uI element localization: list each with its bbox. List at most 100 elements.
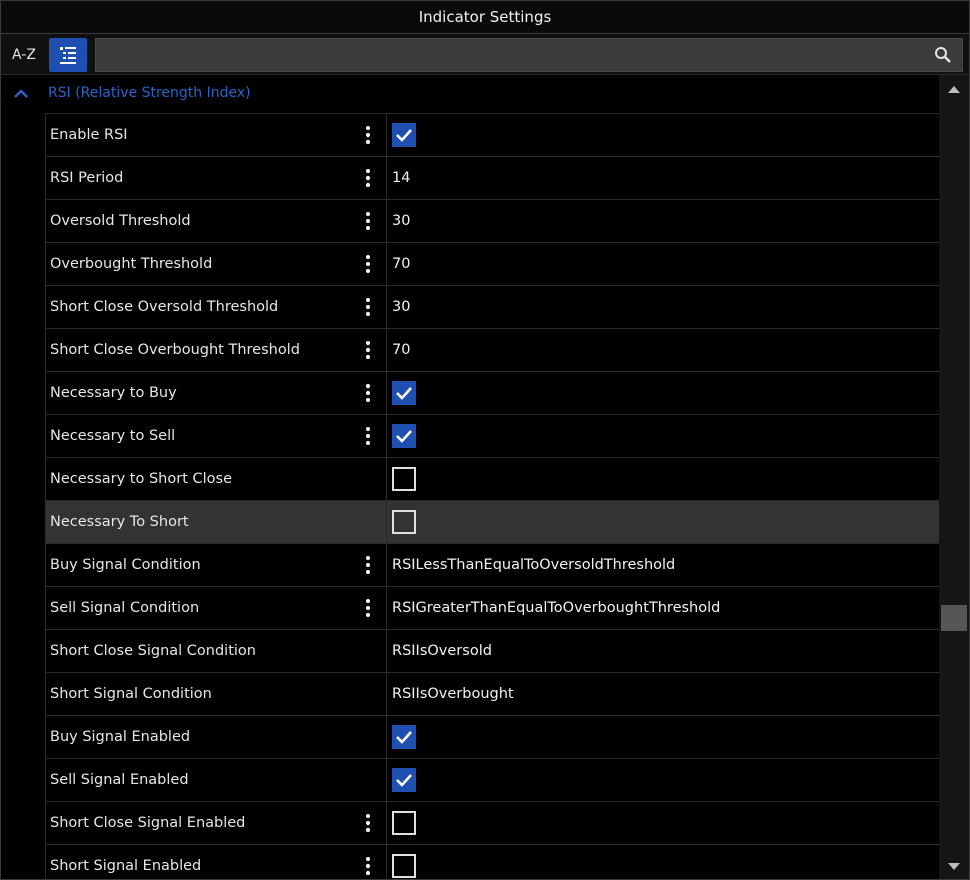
property-value[interactable]: RSIGreaterThanEqualToOverboughtThreshold — [392, 587, 720, 629]
property-name: Necessary to Sell — [50, 428, 176, 444]
property-row[interactable]: Short Signal Enabled — [45, 845, 939, 879]
property-name: Oversold Threshold — [50, 213, 191, 229]
property-row[interactable]: Buy Signal Condition RSILessThanEqualToOv… — [45, 544, 939, 587]
property-value[interactable]: 30 — [392, 286, 410, 328]
column-divider — [386, 845, 387, 879]
property-value[interactable]: 70 — [392, 243, 410, 285]
property-name: Sell Signal Enabled — [50, 772, 189, 788]
property-name: Buy Signal Enabled — [50, 729, 191, 745]
property-row[interactable]: Buy Signal Enabled — [45, 716, 939, 759]
property-checkbox[interactable] — [392, 510, 416, 534]
property-checkbox[interactable] — [392, 123, 416, 147]
property-value[interactable]: 14 — [392, 157, 410, 199]
chevron-up-icon[interactable] — [13, 86, 29, 100]
property-name: Short Close Signal Condition — [50, 643, 256, 659]
property-name: Short Signal Enabled — [50, 858, 202, 874]
column-divider — [386, 200, 387, 242]
property-value[interactable]: RSIIsOversold — [392, 630, 492, 672]
kebab-menu-icon[interactable] — [365, 427, 371, 445]
column-divider — [386, 716, 387, 758]
scroll-up-arrow-icon[interactable] — [948, 85, 960, 93]
property-row[interactable]: Short Close Oversold Threshold 30 — [45, 286, 939, 329]
property-row[interactable]: Oversold Threshold 30 — [45, 200, 939, 243]
column-divider — [386, 544, 387, 586]
property-name: Buy Signal Condition — [50, 557, 201, 573]
column-divider — [386, 114, 387, 156]
scroll-down-arrow-icon[interactable] — [948, 863, 960, 871]
window-title: Indicator Settings — [1, 1, 969, 34]
kebab-menu-icon[interactable] — [365, 341, 371, 359]
property-value[interactable]: 70 — [392, 329, 410, 371]
kebab-menu-icon[interactable] — [365, 212, 371, 230]
property-row[interactable]: Short Signal Condition RSIIsOverbought — [45, 673, 939, 716]
property-row[interactable]: Sell Signal Condition RSIGreaterThanEqual… — [45, 587, 939, 630]
kebab-menu-icon[interactable] — [365, 126, 371, 144]
property-row[interactable]: Short Close Overbought Threshold 70 — [45, 329, 939, 372]
column-divider — [386, 458, 387, 500]
kebab-menu-icon[interactable] — [365, 556, 371, 574]
property-name: Necessary To Short — [50, 514, 189, 530]
property-row[interactable]: Short Close Signal Condition RSIIsOversol… — [45, 630, 939, 673]
property-row[interactable]: Enable RSI — [45, 113, 939, 157]
property-rows: Enable RSI RSI Period 14 Oversold Threshold… — [45, 113, 939, 879]
property-checkbox[interactable] — [392, 467, 416, 491]
property-name: RSI Period — [50, 170, 124, 186]
search-input[interactable] — [95, 38, 963, 72]
property-grid: RSI (Relative Strength Index) Enable RSI… — [1, 75, 939, 879]
column-divider — [386, 286, 387, 328]
vertical-scrollbar[interactable] — [939, 75, 969, 879]
column-divider — [386, 329, 387, 371]
checkmark-icon — [396, 129, 412, 142]
property-checkbox[interactable] — [392, 725, 416, 749]
toolbar: A-Z — [1, 34, 969, 75]
group-header-rsi[interactable]: RSI (Relative Strength Index) — [1, 79, 939, 107]
property-row[interactable]: Necessary to Buy — [45, 372, 939, 415]
sort-alphabetical-button[interactable]: A-Z — [5, 38, 43, 72]
property-value[interactable]: RSILessThanEqualToOversoldThreshold — [392, 544, 675, 586]
kebab-menu-icon[interactable] — [365, 255, 371, 273]
kebab-menu-icon[interactable] — [365, 384, 371, 402]
group-title: RSI (Relative Strength Index) — [48, 85, 251, 101]
column-divider — [386, 630, 387, 672]
property-row[interactable]: Necessary To Short — [45, 501, 939, 544]
property-name: Short Close Signal Enabled — [50, 815, 246, 831]
indicator-settings-window: Indicator Settings A-Z RSI (Relative Str… — [0, 0, 970, 880]
column-divider — [386, 243, 387, 285]
scrollbar-thumb[interactable] — [941, 605, 967, 631]
property-checkbox[interactable] — [392, 381, 416, 405]
property-row[interactable]: Short Close Signal Enabled — [45, 802, 939, 845]
kebab-menu-icon[interactable] — [365, 814, 371, 832]
property-checkbox[interactable] — [392, 854, 416, 878]
kebab-menu-icon[interactable] — [365, 857, 371, 875]
property-checkbox[interactable] — [392, 768, 416, 792]
property-checkbox[interactable] — [392, 424, 416, 448]
property-row[interactable]: Necessary to Short Close — [45, 458, 939, 501]
property-row[interactable]: Sell Signal Enabled — [45, 759, 939, 802]
property-value[interactable]: RSIIsOverbought — [392, 673, 514, 715]
property-value[interactable]: 30 — [392, 200, 410, 242]
search-icon[interactable] — [934, 46, 952, 64]
property-name: Sell Signal Condition — [50, 600, 200, 616]
property-row[interactable]: Overbought Threshold 70 — [45, 243, 939, 286]
checkmark-icon — [396, 430, 412, 443]
property-name: Short Close Oversold Threshold — [50, 299, 279, 315]
property-name: Necessary to Buy — [50, 385, 177, 401]
property-name: Necessary to Short Close — [50, 471, 232, 487]
property-name: Short Close Overbought Threshold — [50, 342, 300, 358]
column-divider — [386, 372, 387, 414]
kebab-menu-icon[interactable] — [365, 599, 371, 617]
column-divider — [386, 587, 387, 629]
categorized-list-icon — [60, 47, 76, 64]
column-divider — [386, 501, 387, 543]
column-divider — [386, 759, 387, 801]
property-row[interactable]: Necessary to Sell — [45, 415, 939, 458]
column-divider — [386, 157, 387, 199]
property-checkbox[interactable] — [392, 811, 416, 835]
property-row[interactable]: RSI Period 14 — [45, 157, 939, 200]
checkmark-icon — [396, 731, 412, 744]
property-name: Enable RSI — [50, 127, 128, 143]
categorized-view-button[interactable] — [49, 38, 87, 72]
property-name: Short Signal Condition — [50, 686, 212, 702]
kebab-menu-icon[interactable] — [365, 298, 371, 316]
kebab-menu-icon[interactable] — [365, 169, 371, 187]
